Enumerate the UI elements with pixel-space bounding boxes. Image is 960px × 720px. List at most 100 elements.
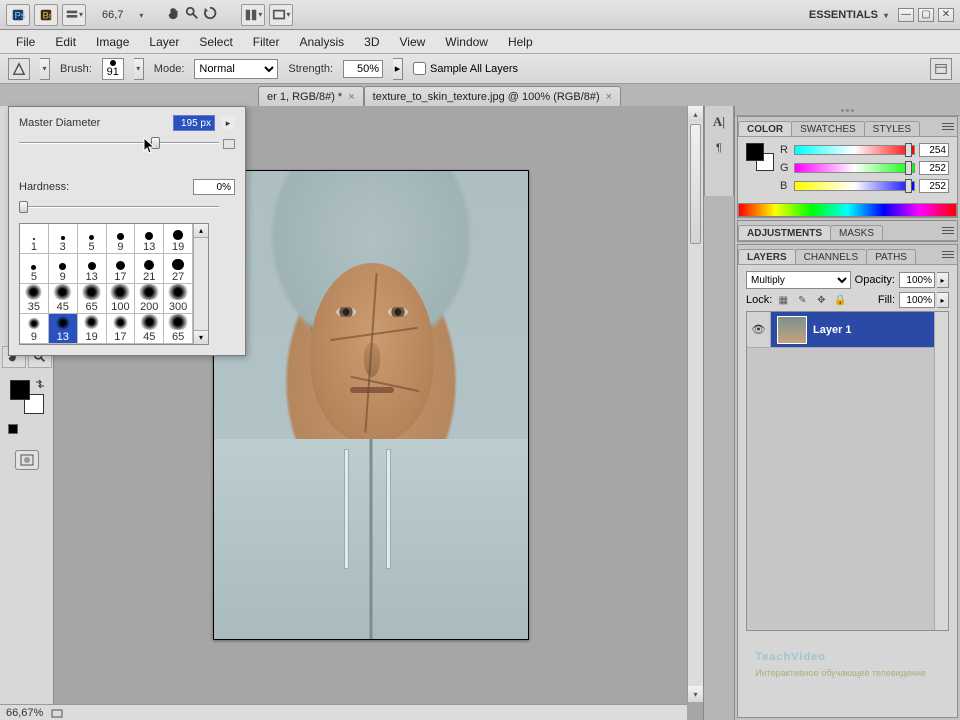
presets-scrollbar[interactable]: ▴▾	[193, 224, 208, 344]
screen-mode-icon[interactable]	[269, 4, 293, 26]
opacity-input[interactable]	[899, 272, 935, 288]
zoom-level-label[interactable]: 66,7	[96, 9, 129, 21]
vertical-scrollbar[interactable]: ▴▾	[687, 106, 703, 702]
doc-tab-2[interactable]: texture_to_skin_texture.jpg @ 100% (RGB/…	[364, 86, 621, 106]
strength-flyout[interactable]: ▸	[393, 58, 403, 80]
spectrum-ramp[interactable]	[738, 203, 957, 217]
workspace-switcher[interactable]: ESSENTIALS	[809, 9, 888, 21]
color-panel-swatches[interactable]	[746, 143, 774, 171]
foreground-color-swatch[interactable]	[10, 380, 30, 400]
panel-menu-icon[interactable]	[942, 120, 954, 132]
tab-layers[interactable]: LAYERS	[738, 249, 796, 264]
horizontal-scrollbar[interactable]	[100, 704, 687, 720]
rotate-view-icon[interactable]	[203, 6, 217, 23]
zoom-tool-icon[interactable]	[185, 6, 199, 23]
brush-preset[interactable]: 9	[20, 314, 49, 344]
brush-preset[interactable]: 13	[49, 314, 78, 344]
layer-blend-mode-select[interactable]: Multiply	[746, 271, 851, 289]
status-icon[interactable]	[51, 707, 63, 719]
menu-help[interactable]: Help	[500, 32, 541, 52]
menu-file[interactable]: File	[8, 32, 43, 52]
brush-preset[interactable]: 45	[135, 314, 164, 344]
view-extras-dropdown[interactable]	[62, 4, 86, 26]
blend-mode-select[interactable]: Normal	[194, 59, 278, 79]
brush-preset[interactable]: 5	[78, 224, 107, 254]
doc-tab-1[interactable]: er 1, RGB/8#) *×	[258, 86, 364, 106]
menu-window[interactable]: Window	[437, 32, 496, 52]
brush-preset[interactable]: 3	[49, 224, 78, 254]
tab-swatches[interactable]: SWATCHES	[791, 121, 865, 136]
close-icon[interactable]: ×	[606, 91, 612, 103]
brush-preset[interactable]: 300	[164, 284, 193, 314]
tool-preset-dropdown[interactable]	[40, 58, 50, 80]
layer-thumbnail[interactable]	[777, 316, 807, 344]
hand-tool-icon[interactable]	[167, 6, 181, 23]
fill-flyout[interactable]: ▸	[937, 292, 949, 308]
arrange-docs-icon[interactable]	[241, 4, 265, 26]
master-diameter-slider[interactable]	[19, 137, 235, 149]
tool-preset-button[interactable]	[8, 58, 30, 80]
brush-preset[interactable]: 65	[164, 314, 193, 344]
r-slider[interactable]	[794, 145, 915, 155]
tab-adjustments[interactable]: ADJUSTMENTS	[738, 225, 831, 240]
g-slider[interactable]	[794, 163, 915, 173]
paragraph-panel-icon[interactable]: ¶	[710, 140, 728, 156]
brush-preset[interactable]: 17	[107, 254, 136, 284]
b-input[interactable]	[919, 179, 949, 193]
brush-preset[interactable]: 1	[20, 224, 49, 254]
sample-all-layers-checkbox[interactable]: Sample All Layers	[413, 62, 518, 75]
g-input[interactable]	[919, 161, 949, 175]
minimize-button[interactable]: —	[898, 8, 914, 22]
r-input[interactable]	[919, 143, 949, 157]
dock-gripper[interactable]	[735, 106, 960, 116]
hardness-slider[interactable]	[19, 201, 235, 213]
ps-icon[interactable]: Ps	[6, 4, 30, 26]
panel-menu-icon[interactable]	[942, 248, 954, 260]
foreground-background-swatches[interactable]	[10, 380, 44, 414]
brush-preset[interactable]: 35	[20, 284, 49, 314]
brush-preset[interactable]: 27	[164, 254, 193, 284]
character-panel-icon[interactable]: A|	[710, 114, 728, 130]
brush-preset[interactable]: 19	[164, 224, 193, 254]
brush-preset[interactable]: 5	[20, 254, 49, 284]
menu-view[interactable]: View	[391, 32, 433, 52]
quick-mask-toggle[interactable]	[15, 450, 39, 470]
opacity-flyout[interactable]: ▸	[937, 272, 949, 288]
brush-preset[interactable]: 9	[49, 254, 78, 284]
tab-paths[interactable]: PATHS	[866, 249, 916, 264]
brush-preset[interactable]: 65	[78, 284, 107, 314]
layer-row[interactable]: 👁 Layer 1	[747, 312, 948, 348]
close-icon[interactable]: ×	[348, 91, 354, 103]
brush-preset[interactable]: 9	[107, 224, 136, 254]
lock-position-icon[interactable]: ✥	[814, 293, 828, 307]
menu-select[interactable]: Select	[191, 32, 240, 52]
tab-styles[interactable]: STYLES	[864, 121, 920, 136]
hardness-input[interactable]	[193, 179, 235, 195]
lock-all-icon[interactable]: 🔒	[833, 293, 847, 307]
master-diameter-input[interactable]	[173, 115, 215, 131]
brush-preset[interactable]: 100	[107, 284, 136, 314]
panel-menu-icon[interactable]	[942, 224, 954, 236]
tab-masks[interactable]: MASKS	[830, 225, 883, 240]
menu-filter[interactable]: Filter	[245, 32, 288, 52]
brush-picker-dropdown[interactable]	[134, 58, 144, 80]
b-slider[interactable]	[794, 181, 915, 191]
status-zoom[interactable]: 66,67%	[6, 707, 43, 719]
brush-preset[interactable]: 45	[49, 284, 78, 314]
tab-color[interactable]: COLOR	[738, 121, 792, 136]
layer-name[interactable]: Layer 1	[813, 324, 852, 336]
bridge-icon[interactable]: Br	[34, 4, 58, 26]
lock-pixels-icon[interactable]: ✎	[795, 293, 809, 307]
reset-size-icon[interactable]	[223, 139, 235, 149]
default-colors-icon[interactable]	[8, 424, 18, 434]
brush-preset[interactable]: 21	[135, 254, 164, 284]
menu-image[interactable]: Image	[88, 32, 137, 52]
brush-preset[interactable]: 17	[107, 314, 136, 344]
brush-preview[interactable]: 91	[102, 58, 124, 80]
menu-layer[interactable]: Layer	[141, 32, 187, 52]
lock-transparency-icon[interactable]: ▦	[776, 293, 790, 307]
strength-input[interactable]	[343, 60, 383, 78]
menu-edit[interactable]: Edit	[47, 32, 84, 52]
menu-3d[interactable]: 3D	[356, 32, 387, 52]
canvas[interactable]	[213, 170, 529, 640]
